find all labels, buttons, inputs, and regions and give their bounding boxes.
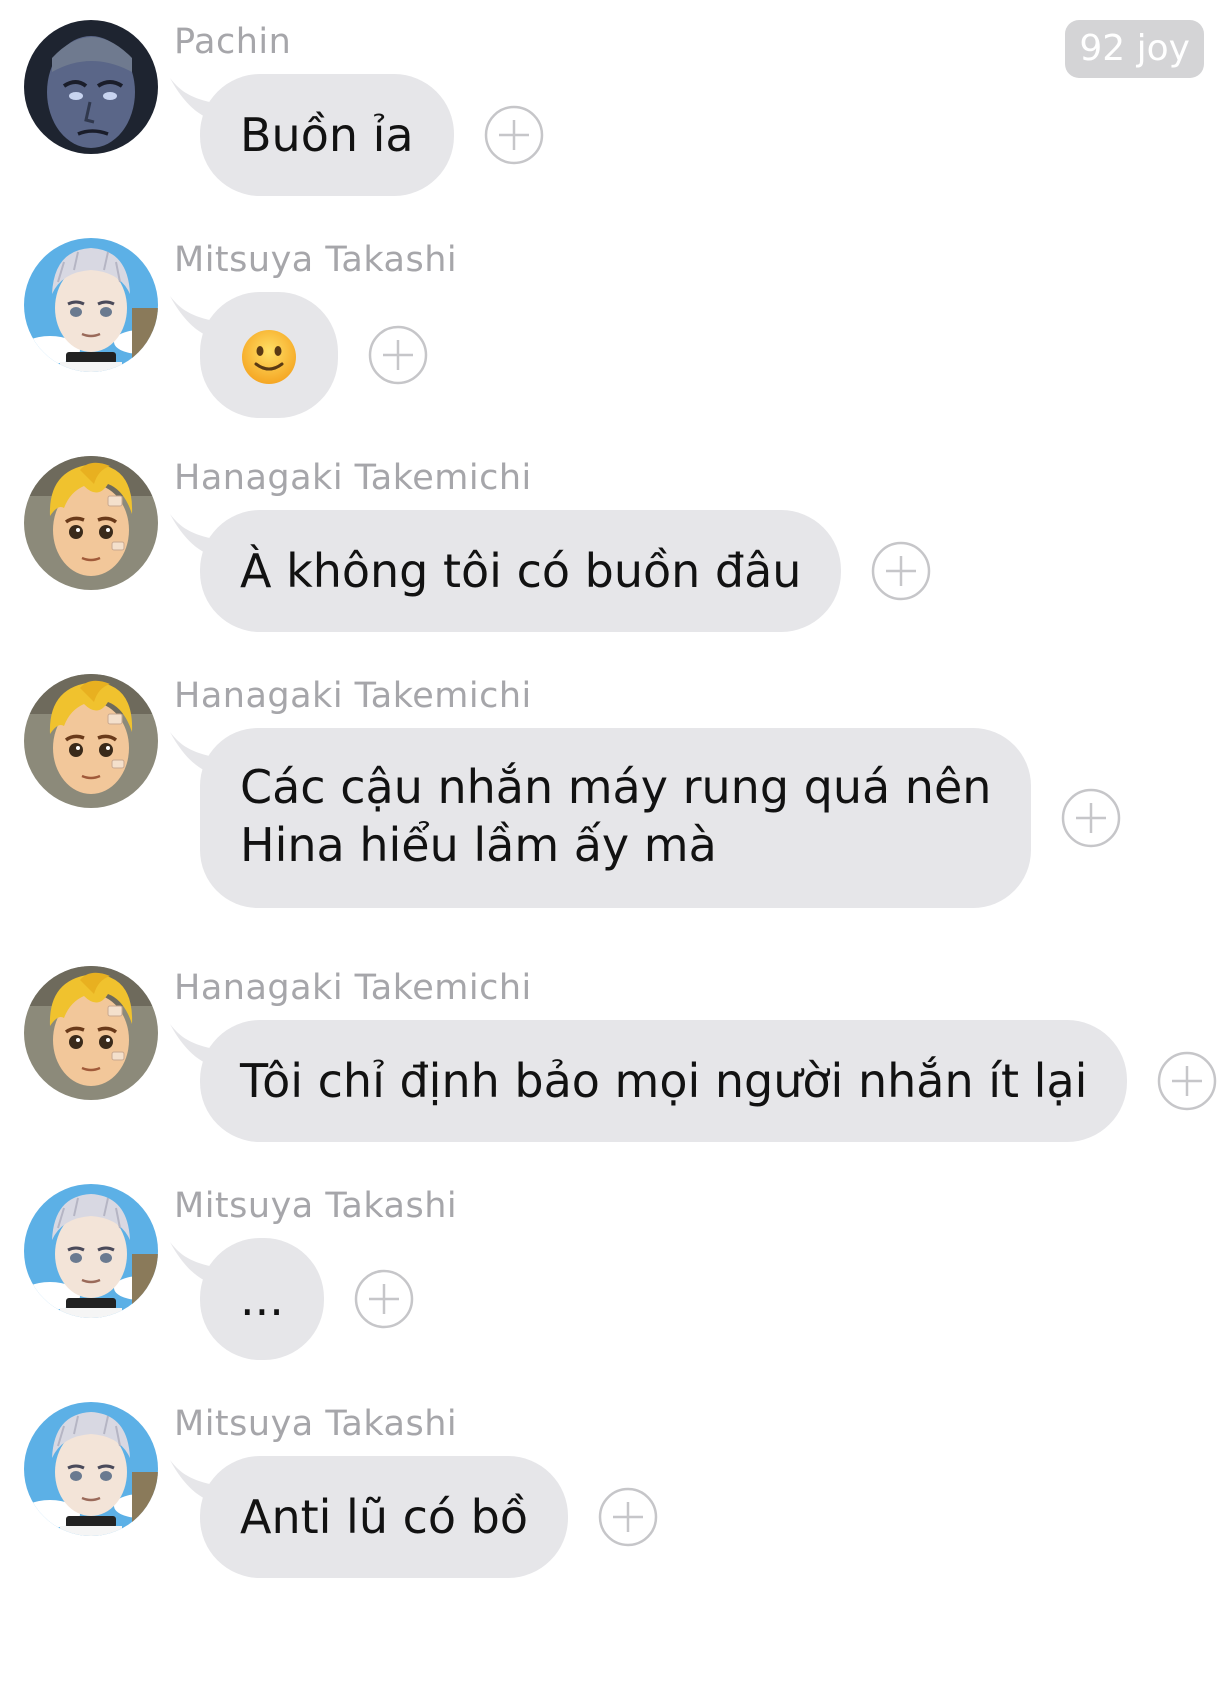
plus-circle-icon[interactable] bbox=[368, 325, 428, 385]
sender-name: Hanagaki Takemichi bbox=[174, 968, 532, 1008]
message-bubble[interactable] bbox=[200, 292, 338, 418]
plus-circle-icon[interactable] bbox=[354, 1269, 414, 1329]
plus-circle-icon[interactable] bbox=[1157, 1051, 1217, 1111]
message-text-line: Hina hiểu lầm ấy mà bbox=[240, 818, 717, 872]
message-bubble[interactable]: Các cậu nhắn máy rung quá nên Hina hiểu … bbox=[200, 728, 1032, 908]
plus-circle-icon[interactable] bbox=[598, 1487, 658, 1547]
reaction-count-badge[interactable]: 92 joy bbox=[1065, 20, 1204, 78]
sender-name: Mitsuya Takashi bbox=[174, 240, 458, 280]
sender-name: Pachin bbox=[174, 22, 292, 62]
sender-name: Mitsuya Takashi bbox=[174, 1404, 458, 1444]
sender-name: Hanagaki Takemichi bbox=[174, 458, 532, 498]
sender-name: Hanagaki Takemichi bbox=[174, 676, 532, 716]
message-bubble[interactable]: Tôi chỉ định bảo mọi người nhắn ít lại bbox=[200, 1020, 1128, 1142]
message-text-line: Các cậu nhắn máy rung quá nên bbox=[240, 760, 992, 814]
message-bubble[interactable]: Anti lũ có bồ bbox=[200, 1456, 569, 1578]
message-bubble[interactable]: Buồn ỉa bbox=[200, 74, 454, 196]
slightly-smiling-face-icon bbox=[242, 329, 296, 384]
message-bubble[interactable]: ... bbox=[200, 1238, 324, 1360]
plus-circle-icon[interactable] bbox=[1061, 788, 1121, 848]
plus-circle-icon[interactable] bbox=[871, 541, 931, 601]
sender-name: Mitsuya Takashi bbox=[174, 1186, 458, 1226]
plus-circle-icon[interactable] bbox=[484, 105, 544, 165]
message-bubble[interactable]: À không tôi có buồn đâu bbox=[200, 510, 842, 632]
